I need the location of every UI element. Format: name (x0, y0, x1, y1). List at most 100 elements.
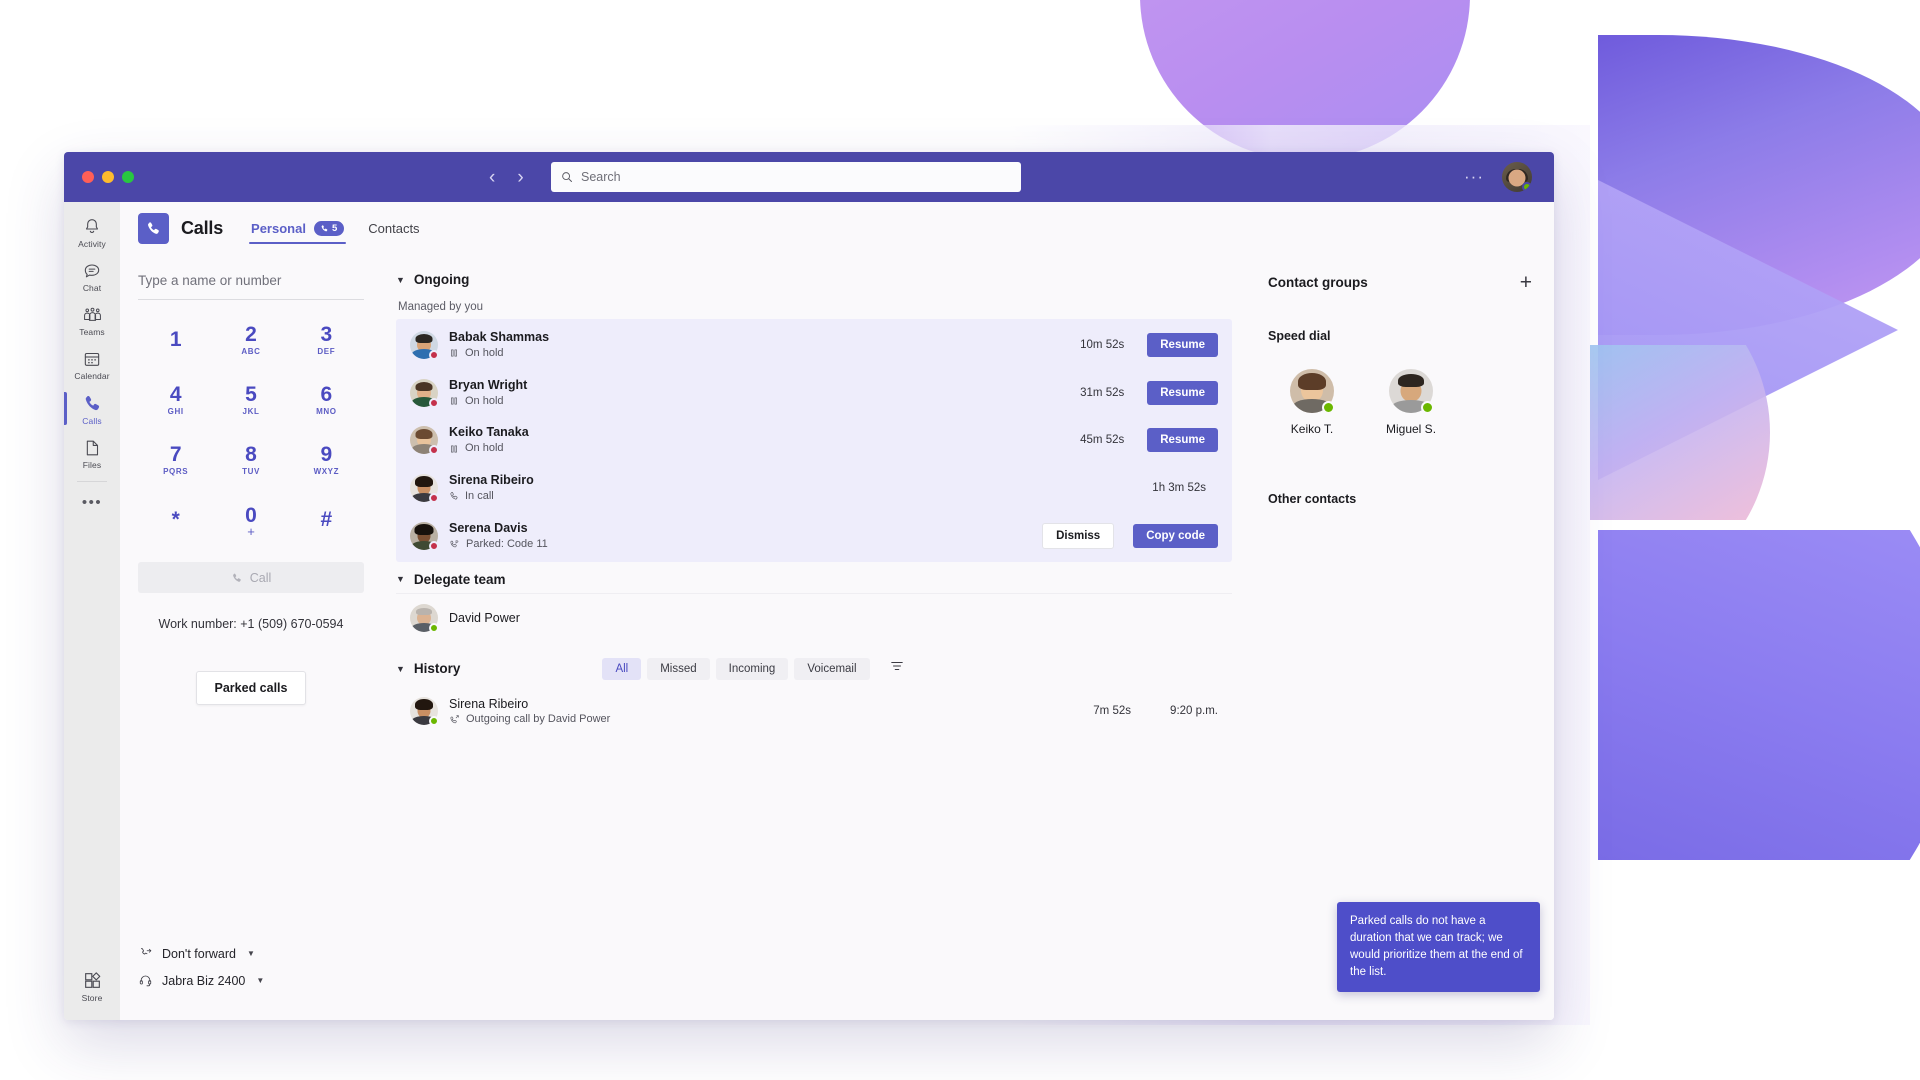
sidebar-item-calls[interactable]: Calls (64, 386, 120, 431)
sidebar-item-label: Chat (82, 283, 102, 293)
dialpad-key-8[interactable]: 8 TUV (213, 434, 288, 486)
resume-call-button[interactable]: Resume (1147, 428, 1218, 453)
plus-icon[interactable]: + (1520, 272, 1532, 293)
sidebar-item-chat[interactable]: Chat (64, 254, 120, 298)
delegate-section-header[interactable]: ▼ Delegate team (396, 562, 1232, 593)
title-bar: ‹ › Search ··· (64, 152, 1554, 202)
avatar (410, 330, 439, 360)
user-avatar[interactable] (1502, 162, 1532, 192)
filter-missed[interactable]: Missed (647, 657, 710, 680)
history-time: 9:20 p.m. (1170, 705, 1218, 718)
sidebar-item-calendar[interactable]: Calendar (64, 342, 120, 386)
dialpad-key-hash[interactable]: # (289, 494, 364, 546)
resume-call-button[interactable]: Resume (1147, 380, 1218, 405)
back-icon[interactable]: ‹ (489, 168, 495, 187)
contact-groups-header: Contact groups + (1268, 262, 1532, 299)
filter-voicemail[interactable]: Voicemail (794, 657, 870, 680)
presence-indicator (429, 540, 439, 551)
sidebar-item-files[interactable]: Files (64, 431, 120, 475)
window-controls[interactable] (64, 171, 134, 183)
chevron-down-icon: ▼ (256, 976, 265, 985)
tab-personal[interactable]: Personal 5 (249, 202, 347, 254)
dialpad-key-7[interactable]: 7 PQRS (138, 434, 213, 486)
sidebar-item-teams[interactable]: Teams (64, 298, 120, 342)
call-status: P Parked: Code 11 (449, 537, 1031, 552)
call-status: In call (449, 489, 1141, 504)
key-letters: TUV (242, 467, 260, 477)
key-letters: JKL (242, 407, 260, 417)
list-item[interactable]: David Power (396, 592, 1232, 642)
history-section-header: ▼ History All Missed Incoming Voicemail (396, 642, 1232, 686)
maximize-window-button[interactable] (122, 171, 134, 183)
avatar (410, 697, 439, 727)
avatar (410, 426, 439, 456)
table-row[interactable]: Babak Shammas On hold 10m 52s Resume (396, 321, 1232, 369)
audio-device-setting[interactable]: Jabra Biz 2400 ▼ (138, 967, 364, 994)
key-number: 6 (320, 382, 333, 406)
key-letters: + (247, 523, 255, 539)
minimize-window-button[interactable] (102, 171, 114, 183)
sidebar-item-activity[interactable]: Activity (64, 210, 120, 254)
dialpad-key-5[interactable]: 5 JKL (213, 374, 288, 426)
table-row[interactable]: Keiko Tanaka On hold 45m 52s Resume (396, 416, 1232, 464)
speed-dial-contact[interactable]: Miguel S. (1386, 369, 1436, 436)
table-row[interactable]: Sirena Ribeiro In call 1h 3m 52s (396, 464, 1232, 512)
forward-icon[interactable]: › (517, 168, 523, 187)
app-rail: Activity Chat Teams Calendar Calls Files… (64, 202, 120, 1020)
search-icon (562, 172, 572, 182)
delegate-name: David Power (449, 610, 520, 625)
phone-icon (232, 573, 241, 582)
dismiss-button[interactable]: Dismiss (1042, 522, 1115, 549)
dialpad-key-9[interactable]: 9 WXYZ (289, 434, 364, 486)
dialpad-key-4[interactable]: 4 GHI (138, 374, 213, 426)
close-window-button[interactable] (82, 171, 94, 183)
avatar (410, 474, 439, 504)
phone-icon (148, 221, 159, 234)
key-number: 5 (245, 382, 257, 406)
parked-calls-button[interactable]: Parked calls (195, 671, 307, 705)
dialpad-key-6[interactable]: 6 MNO (289, 374, 364, 426)
audio-device-label: Jabra Biz 2400 (162, 973, 246, 988)
table-row[interactable]: Serena Davis P Parked: Code 11 Dismiss C… (396, 512, 1232, 560)
dialpad-key-0[interactable]: 0 + (213, 494, 288, 546)
resume-call-button[interactable]: Resume (1147, 332, 1218, 357)
dialpad-key-2[interactable]: 2 ABC (213, 314, 288, 366)
dialpad-key-1[interactable]: 1 (138, 314, 213, 366)
dial-input-placeholder: Type a name or number (138, 273, 282, 288)
ongoing-section-header[interactable]: ▼ Ongoing (396, 262, 1232, 293)
titlebar-more-button[interactable]: ··· (1464, 167, 1484, 187)
call-duration: 1h 3m 52s (1152, 482, 1206, 495)
navigation-arrows[interactable]: ‹ › (489, 168, 524, 187)
dialpad-key-3[interactable]: 3 DEF (289, 314, 364, 366)
table-row[interactable]: Sirena Ribeiro Outgoing call by David Po… (396, 686, 1232, 738)
call-button[interactable]: Call (138, 562, 364, 593)
history-filters: All Missed Incoming Voicemail (602, 657, 904, 680)
key-letters: WXYZ (313, 467, 340, 477)
key-letters: GHI (167, 407, 184, 417)
sidebar-item-store[interactable]: Store (64, 963, 120, 1008)
rail-divider (77, 481, 107, 482)
call-forwarding-setting[interactable]: Don't forward ▼ (138, 940, 364, 967)
call-forward-icon (140, 948, 152, 955)
dial-input[interactable]: Type a name or number (138, 262, 364, 300)
chevron-down-icon[interactable]: ▼ (396, 664, 405, 674)
ongoing-calls-card: Babak Shammas On hold 10m 52s Resume Bry… (396, 319, 1232, 562)
dialpad-key-star[interactable]: * (138, 494, 213, 546)
caller-name: Bryan Wright (449, 377, 528, 392)
rail-more-button[interactable]: ••• (82, 484, 102, 521)
call-duration: 45m 52s (1080, 434, 1125, 447)
filter-all[interactable]: All (602, 657, 642, 680)
filter-icon[interactable] (890, 659, 904, 678)
filter-incoming[interactable]: Incoming (715, 657, 789, 680)
call-status-text: In call (465, 490, 494, 503)
presence-indicator (1322, 401, 1335, 414)
chevron-down-icon: ▼ (246, 949, 255, 958)
avatar (1290, 369, 1335, 414)
presence-indicator (429, 349, 439, 360)
speed-dial-contact[interactable]: Keiko T. (1290, 369, 1335, 436)
key-number: 7 (169, 442, 182, 466)
copy-code-button[interactable]: Copy code (1133, 523, 1218, 548)
tab-contacts[interactable]: Contacts (368, 202, 419, 254)
search-input[interactable]: Search (551, 162, 1021, 192)
table-row[interactable]: Bryan Wright On hold 31m 52s Resume (396, 369, 1232, 417)
